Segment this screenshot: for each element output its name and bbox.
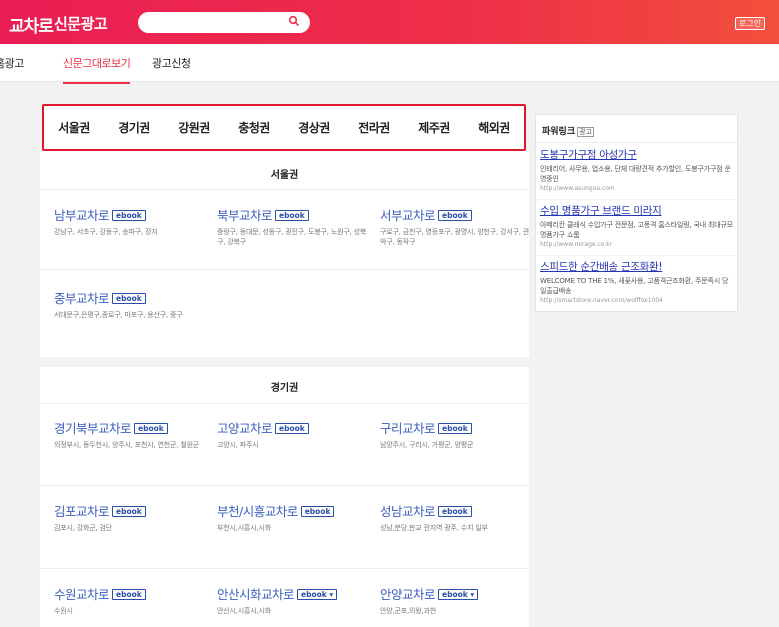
- divider: [536, 255, 737, 256]
- paper-areas: 의정부시, 동두천시, 양주시, 포천시, 연천군, 철원군: [54, 441, 200, 449]
- nav-ad-request[interactable]: 광고신청: [152, 55, 191, 71]
- divider: [40, 568, 529, 569]
- paper-item: 김포교차로 ebook 김포시, 강화군, 검단: [54, 501, 204, 533]
- paper-link[interactable]: 안양교차로: [380, 584, 436, 603]
- paper-link[interactable]: 경기북부교차로: [54, 418, 132, 437]
- ad-url[interactable]: http://smartstore.naver.com/wolffox1004: [540, 297, 734, 304]
- paper-areas: 중랑구, 동대문, 성동구, 광진구, 도봉구, 노원구, 성북구, 강북구: [217, 228, 367, 246]
- paper-areas: 서대문구,은평구,종로구, 마포구, 용산구, 중구: [54, 311, 183, 319]
- paper-item: 중부교차로 ebook 서대문구,은평구,종로구, 마포구, 용산구, 중구: [54, 288, 204, 320]
- paper-item: 성남교차로 ebook 성남,분당,판교 전지역 광주, 수지 일부: [380, 501, 530, 533]
- tab-overseas[interactable]: 해외권: [464, 119, 524, 136]
- region-tabs: 서울권 경기권 강원권 충청권 경상권 전라권 제주권 해외권: [42, 104, 526, 151]
- nav-newspaper-view[interactable]: 신문그대로보기: [63, 55, 131, 84]
- ad-title-link[interactable]: 도봉구가구점 아성가구: [540, 147, 734, 162]
- divider: [40, 485, 529, 486]
- paper-areas: 안양,군포,의왕,과천: [380, 607, 436, 615]
- ebook-button[interactable]: ebook: [438, 423, 472, 434]
- tab-gyeonggi[interactable]: 경기권: [104, 119, 164, 136]
- paper-areas: 부천시,시흥시,시화: [217, 524, 271, 532]
- sub-navigation: 홈광고 신문그대로보기 광고신청: [0, 44, 779, 84]
- paper-item: 수원교차로 ebook 수원시: [54, 584, 204, 616]
- tab-chungcheong[interactable]: 충청권: [224, 119, 284, 136]
- paper-link[interactable]: 중부교차로: [54, 288, 110, 307]
- section-seoul: 서울권 남부교차로 ebook 강남구, 서초구, 강동구, 송파구, 장지 북부…: [40, 151, 529, 357]
- ad-title-link[interactable]: 스피드한 순간배송 근조화환!: [540, 259, 734, 274]
- paper-link[interactable]: 성남교차로: [380, 501, 436, 520]
- paper-link[interactable]: 수원교차로: [54, 584, 110, 603]
- ebook-button[interactable]: ebook: [112, 210, 146, 221]
- paper-areas: 성남,분당,판교 전지역 광주, 수지 일부: [380, 524, 488, 532]
- paper-link[interactable]: 남부교차로: [54, 205, 110, 224]
- ebook-button[interactable]: ebook: [134, 423, 168, 434]
- ad-description: 인테리어, 사무용, 업소용, 단체 대량견적 추가할인, 도봉구가구점 운영중…: [540, 165, 731, 183]
- ad-item: 도봉구가구점 아성가구 인테리어, 사무용, 업소용, 단체 대량견적 추가할인…: [540, 147, 734, 192]
- paper-item: 북부교차로 ebook 중랑구, 동대문, 성동구, 광진구, 도봉구, 노원구,…: [217, 205, 367, 247]
- nav-home-ads[interactable]: 홈광고: [0, 55, 24, 71]
- divider: [536, 142, 737, 143]
- powerlink-title: 파워링크: [542, 127, 576, 137]
- tab-gangwon[interactable]: 강원권: [164, 119, 224, 136]
- service-title[interactable]: 신문광고: [54, 13, 108, 34]
- paper-areas: 고양시, 파주시: [217, 441, 259, 449]
- tab-jeju[interactable]: 제주권: [404, 119, 464, 136]
- search-input[interactable]: [138, 12, 310, 33]
- ebook-button[interactable]: ebook: [112, 293, 146, 304]
- paper-link[interactable]: 김포교차로: [54, 501, 110, 520]
- divider: [40, 269, 529, 270]
- paper-item: 경기북부교차로 ebook 의정부시, 동두천시, 양주시, 포천시, 연천군, …: [54, 418, 204, 450]
- tab-gyeongsang[interactable]: 경상권: [284, 119, 344, 136]
- paper-link[interactable]: 고양교차로: [217, 418, 273, 437]
- ad-item: 스피드한 순간배송 근조화환! WELCOME TO THE 1%, 새꽃사용,…: [540, 259, 734, 304]
- ebook-button[interactable]: ebook: [438, 210, 472, 221]
- ad-description: WELCOME TO THE 1%, 새꽃사용, 고품격근조화환, 주문즉시 당…: [540, 277, 729, 295]
- logo[interactable]: 교차로: [9, 12, 54, 37]
- paper-item: 고양교차로 ebook 고양시, 파주시: [217, 418, 367, 450]
- section-title: 경기권: [270, 383, 299, 394]
- ad-title-link[interactable]: 수입 명품가구 브랜드 미라지: [540, 203, 734, 218]
- paper-item: 부천/시흥교차로 ebook 부천시,시흥시,시화: [217, 501, 367, 533]
- paper-link[interactable]: 북부교차로: [217, 205, 273, 224]
- top-header: 교차로 신문광고 로그인: [0, 0, 779, 44]
- ad-badge: 광고: [577, 127, 595, 137]
- paper-areas: 안산시,시흥시,시화: [217, 607, 271, 615]
- paper-link[interactable]: 부천/시흥교차로: [217, 501, 298, 520]
- ebook-button[interactable]: ebook: [112, 589, 146, 600]
- powerlink-header: 파워링크 광고: [542, 124, 595, 137]
- paper-item: 서부교차로 ebook 구로구, 금천구, 영등포구, 광명시, 양천구, 강서구…: [380, 205, 530, 247]
- paper-link[interactable]: 서부교차로: [380, 205, 436, 224]
- login-button[interactable]: 로그인: [735, 17, 766, 30]
- paper-areas: 남양주시, 구리시, 가평군, 양평군: [380, 441, 474, 449]
- section-title: 서울권: [270, 170, 299, 181]
- paper-item: 안양교차로 ebook ▾ 안양,군포,의왕,과천: [380, 584, 530, 616]
- ebook-dropdown-button[interactable]: ebook ▾: [438, 589, 479, 600]
- paper-areas: 수원시: [54, 607, 73, 615]
- paper-areas: 강남구, 서초구, 강동구, 송파구, 장지: [54, 228, 158, 236]
- ad-description: 아메리칸 클래식 수입가구 전문점, 고풍격 홈스타일링, 국내 최대규모 명품…: [540, 221, 733, 239]
- ebook-dropdown-button[interactable]: ebook ▾: [297, 589, 338, 600]
- ebook-button[interactable]: ebook: [275, 423, 309, 434]
- paper-item: 구리교차로 ebook 남양주시, 구리시, 가평군, 양평군: [380, 418, 530, 450]
- ebook-button[interactable]: ebook: [112, 506, 146, 517]
- paper-link[interactable]: 안산시화교차로: [217, 584, 295, 603]
- paper-item: 남부교차로 ebook 강남구, 서초구, 강동구, 송파구, 장지: [54, 205, 204, 237]
- paper-areas: 구로구, 금천구, 영등포구, 광명시, 양천구, 강서구, 관악구, 동작구: [380, 228, 530, 246]
- ad-url[interactable]: http://www.mirage.co.kr: [540, 241, 734, 248]
- divider: [536, 199, 737, 200]
- ebook-button[interactable]: ebook: [300, 506, 335, 517]
- paper-link[interactable]: 구리교차로: [380, 418, 436, 437]
- divider: [40, 403, 529, 404]
- section-gyeonggi: 경기권 경기북부교차로 ebook 의정부시, 동두천시, 양주시, 포천시, 연…: [40, 367, 529, 627]
- divider: [40, 189, 529, 190]
- ad-item: 수입 명품가구 브랜드 미라지 아메리칸 클래식 수입가구 전문점, 고풍격 홈…: [540, 203, 734, 248]
- ebook-button[interactable]: ebook: [275, 210, 309, 221]
- search-icon[interactable]: [288, 15, 300, 27]
- tab-jeolla[interactable]: 전라권: [344, 119, 404, 136]
- powerlink-panel: 파워링크 광고 도봉구가구점 아성가구 인테리어, 사무용, 업소용, 단체 대량…: [535, 114, 738, 312]
- paper-areas: 김포시, 강화군, 검단: [54, 524, 113, 532]
- tab-seoul[interactable]: 서울권: [44, 119, 104, 136]
- ad-url[interactable]: http://www.asungoa.com: [540, 185, 734, 192]
- ebook-button[interactable]: ebook: [438, 506, 472, 517]
- paper-item: 안산시화교차로 ebook ▾ 안산시,시흥시,시화: [217, 584, 367, 616]
